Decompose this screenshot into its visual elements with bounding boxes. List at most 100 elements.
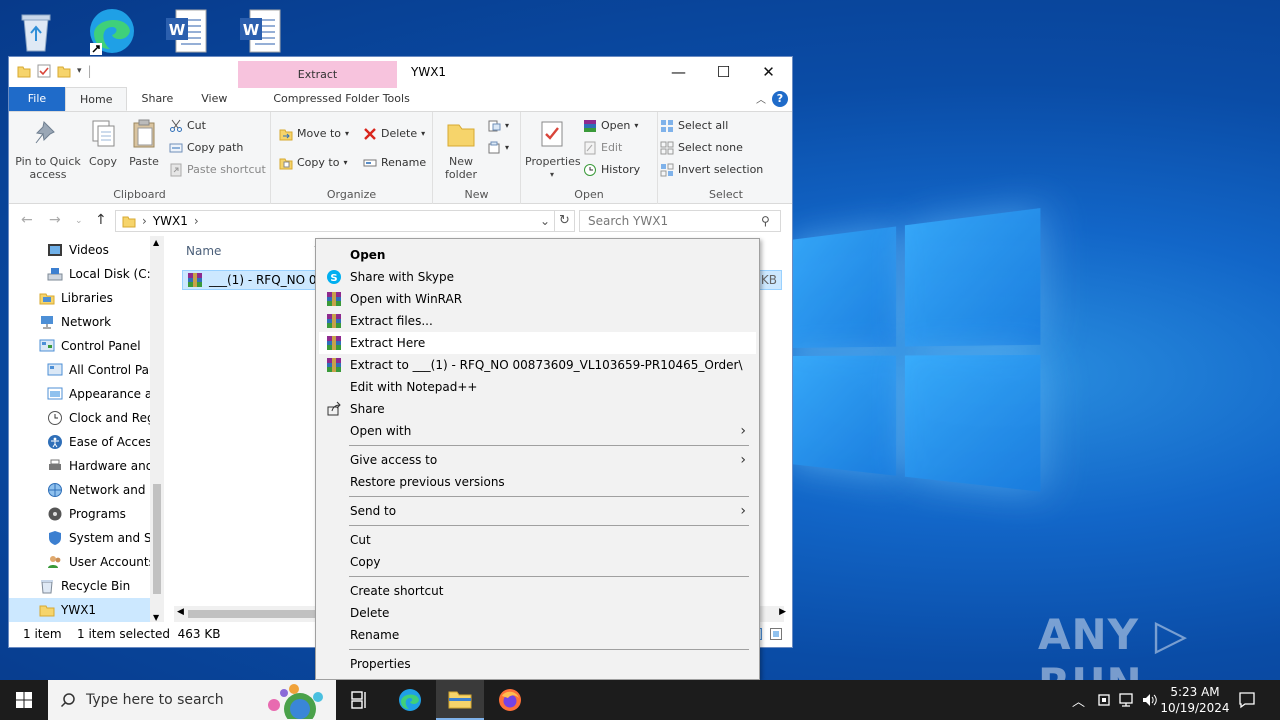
nav-item-network-and-internet[interactable]: Network and Ir [47,478,158,502]
address-field[interactable]: › YWX1 › ⌄ [115,210,555,232]
copy-path-button[interactable]: Copy path [169,138,243,158]
menu-item-rename[interactable]: Rename [319,624,756,646]
history-button[interactable]: History [583,160,640,180]
close-button[interactable]: ✕ [746,57,791,88]
nav-item-user-accounts[interactable]: User Accounts [47,550,155,574]
breadcrumb-ywx1[interactable]: YWX1 [153,214,188,228]
nav-item-control-panel[interactable]: Control Panel [39,334,141,358]
nav-item-network[interactable]: Network [39,310,111,334]
menu-item-give-access-to[interactable]: Give access to › [319,449,756,471]
scroll-up-arrow-icon[interactable]: ▲ [153,238,159,247]
tab-file[interactable]: File [9,87,65,111]
menu-item-create-shortcut[interactable]: Create shortcut [319,580,756,602]
menu-item-edit-with-notepad-plus-plus[interactable]: Edit with Notepad++ [319,376,756,398]
menu-item-extract-files[interactable]: Extract files... [319,310,756,332]
taskbar-search-box[interactable]: Type here to search [48,680,336,720]
new-folder-icon[interactable] [57,64,71,78]
menu-item-open-with-winrar[interactable]: Open with WinRAR [319,288,756,310]
paste-shortcut-button[interactable]: Paste shortcut [169,160,266,180]
tab-share[interactable]: Share [127,87,187,111]
search-input[interactable]: Search YWX1 [579,210,781,232]
task-view-button[interactable] [336,680,384,720]
select-all-button[interactable]: Select all [660,116,728,136]
word-document-desktop-icon[interactable]: W [234,6,286,56]
refresh-icon[interactable]: ↻ [555,210,575,232]
nav-item-ease-of-access[interactable]: Ease of Access [47,430,158,454]
select-none-button[interactable]: Select none [660,138,743,158]
defender-tray-icon[interactable] [1097,693,1111,707]
volume-tray-icon[interactable] [1141,692,1159,708]
menu-item-open-with[interactable]: Open with › [319,420,756,442]
menu-item-properties[interactable]: Properties [319,653,756,675]
help-icon[interactable]: ? [772,91,788,107]
invert-selection-button[interactable]: Invert selection [660,160,763,180]
edge-taskbar-button[interactable] [386,680,434,720]
taskbar-clock[interactable]: 5:23 AM 10/19/2024 [1160,684,1230,716]
notification-center-icon[interactable] [1238,691,1256,709]
menu-item-delete[interactable]: Delete [319,602,756,624]
menu-item-open[interactable]: Open [319,244,756,266]
menu-item-cut[interactable]: Cut [319,529,756,551]
nav-pane-scroll-thumb[interactable] [153,484,161,594]
tab-compressed-folder-tools[interactable]: Compressed Folder Tools [259,87,423,111]
minimize-button[interactable]: — [656,57,701,88]
scroll-down-arrow-icon[interactable]: ▼ [153,613,159,622]
menu-item-share-with-skype[interactable]: S Share with Skype [319,266,756,288]
nav-item-programs[interactable]: Programs [47,502,126,526]
nav-item-hardware-and-sound[interactable]: Hardware and [47,454,153,478]
copy-to-button[interactable]: Copy to ▾ [279,153,347,173]
word-document-desktop-icon[interactable]: W [160,6,212,56]
nav-item-ywx1[interactable]: YWX1 [9,598,150,622]
menu-item-share[interactable]: Share [319,398,756,420]
nav-item-all-control-panel-items[interactable]: All Control Par [47,358,154,382]
menu-item-extract-here[interactable]: Extract Here [319,332,756,354]
edge-desktop-icon[interactable] [86,6,138,56]
nav-item-videos[interactable]: Videos [47,238,109,262]
menu-item-copy[interactable]: Copy [319,551,756,573]
collapse-ribbon-chevron-icon[interactable]: ︿ [756,91,766,106]
extract-context-tab[interactable]: Extract [238,61,397,88]
nav-item-clock-and-region[interactable]: Clock and Regi [47,406,158,430]
nav-item-appearance[interactable]: Appearance an [47,382,160,406]
menu-item-send-to[interactable]: Send to › [319,500,756,522]
delete-button[interactable]: Delete ▾ [363,124,425,144]
maximize-button[interactable]: ☐ [701,57,746,88]
nav-item-local-disk[interactable]: Local Disk (C:) [47,262,155,286]
copy-button[interactable]: Copy [87,118,119,168]
start-button[interactable] [0,680,48,720]
tab-view[interactable]: View [187,87,241,111]
nav-item-system-and-security[interactable]: System and Se [47,526,159,550]
pin-to-quick-access-button[interactable]: Pin to Quick access [13,118,83,181]
paste-button[interactable]: Paste [127,118,161,168]
scroll-right-arrow-icon[interactable]: ▶ [779,607,786,617]
edit-button[interactable]: Edit [583,138,622,158]
customize-toolbar-chevron-icon[interactable]: ▾ [77,66,82,76]
nav-item-libraries[interactable]: Libraries [39,286,113,310]
horizontal-scroll-thumb[interactable] [188,610,328,618]
show-hidden-icons-chevron-icon[interactable]: ︿ [1072,680,1085,720]
column-header-name[interactable]: Name [186,244,221,258]
recent-locations-chevron-icon[interactable]: ⌄ [75,216,83,226]
nav-item-recycle-bin[interactable]: Recycle Bin [39,574,130,598]
cut-button[interactable]: Cut [169,116,206,136]
properties-check-icon[interactable] [37,64,51,78]
address-history-chevron-icon[interactable]: ⌄ [540,214,550,228]
rename-button[interactable]: Rename [363,153,426,173]
scroll-left-arrow-icon[interactable]: ◀ [177,607,184,617]
properties-button[interactable]: Properties ▾ [525,118,581,181]
menu-item-restore-previous-versions[interactable]: Restore previous versions [319,471,756,493]
back-arrow-icon[interactable]: ← [21,212,33,228]
tab-home[interactable]: Home [65,87,128,111]
up-arrow-icon[interactable]: ↑ [95,212,107,228]
forward-arrow-icon[interactable]: → [49,212,61,228]
network-tray-icon[interactable] [1118,692,1136,708]
firefox-taskbar-button[interactable] [486,680,534,720]
nav-pane-scrollbar[interactable]: ▲ ▼ [150,236,164,624]
menu-item-extract-to[interactable]: Extract to ___(1) - RFQ_NO 00873609_VL10… [319,354,756,376]
file-explorer-taskbar-button[interactable] [436,680,484,720]
recycle-bin-desktop-icon[interactable] [10,6,62,56]
large-icons-view-icon[interactable] [770,628,782,640]
open-button[interactable]: Open ▾ [583,116,638,136]
easy-access-button[interactable]: ▾ [487,138,509,158]
new-item-button[interactable]: ▾ [487,116,509,136]
